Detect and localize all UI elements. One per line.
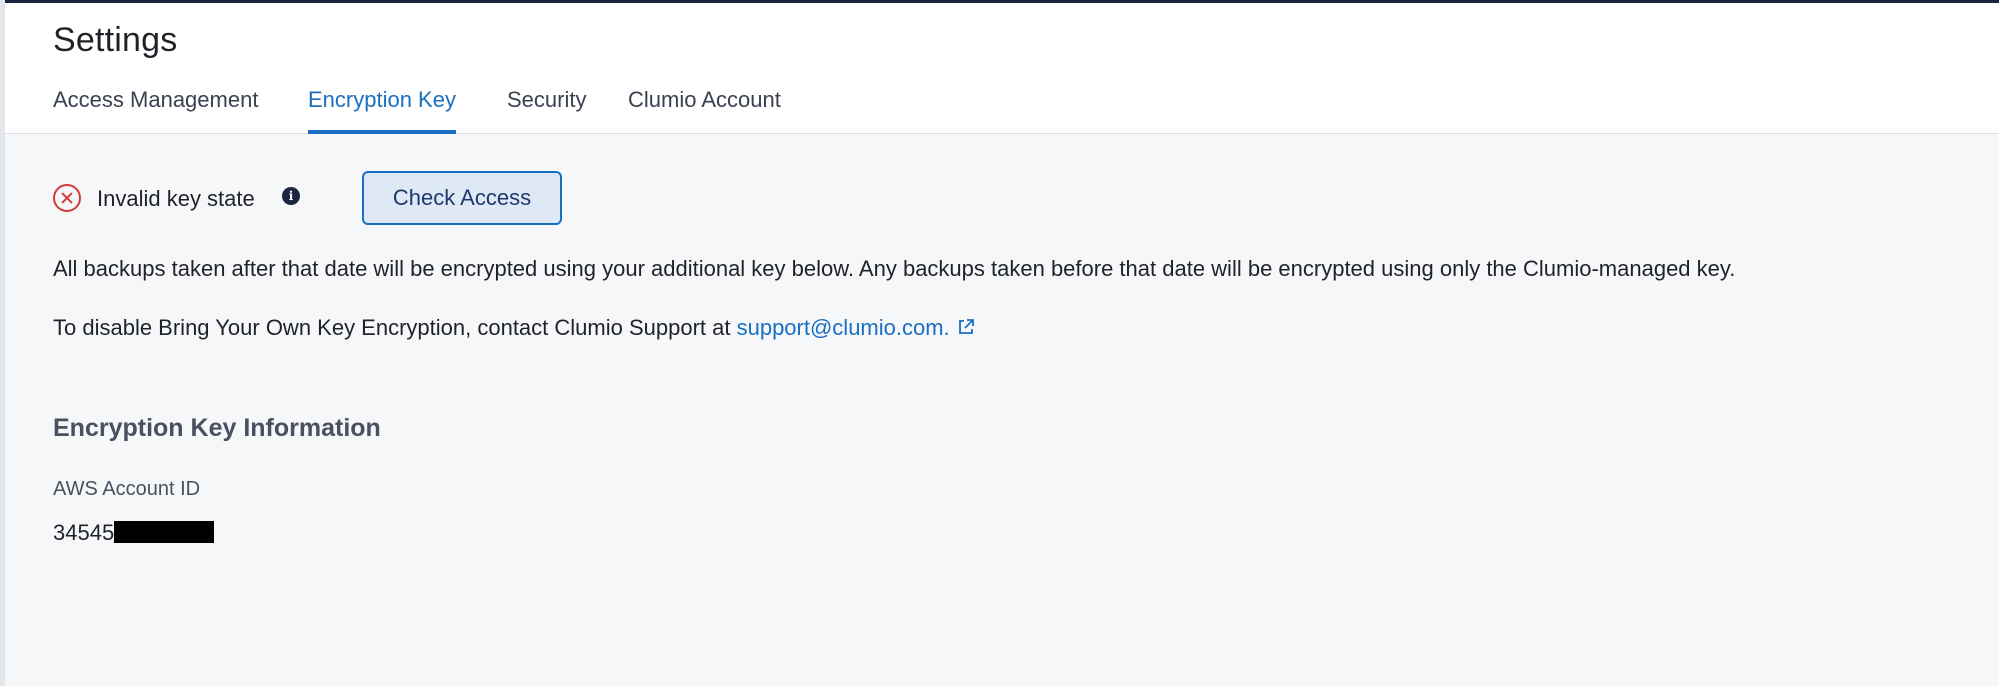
disable-byok-note: To disable Bring Your Own Key Encryption… — [53, 315, 976, 341]
aws-account-id-value: 34545 — [53, 520, 215, 546]
external-link-icon[interactable] — [956, 317, 976, 337]
page-title: Settings — [53, 21, 178, 59]
info-icon[interactable]: i — [282, 187, 300, 205]
support-email-link[interactable]: support@clumio.com. — [737, 315, 950, 340]
section-title-encryption-key-info: Encryption Key Information — [53, 414, 381, 442]
settings-header: Settings Access Management Encryption Ke… — [5, 3, 1999, 134]
check-access-button[interactable]: Check Access — [362, 171, 562, 225]
tab-clumio-account[interactable]: Clumio Account — [628, 87, 781, 133]
error-circle-icon — [53, 184, 81, 212]
tab-encryption-key[interactable]: Encryption Key — [308, 87, 456, 134]
disable-byok-text: To disable Bring Your Own Key Encryption… — [53, 315, 737, 340]
aws-account-id-label: AWS Account ID — [53, 478, 201, 500]
tab-security[interactable]: Security — [507, 87, 586, 133]
redaction-block — [114, 521, 215, 543]
tab-access-management[interactable]: Access Management — [53, 87, 258, 133]
aws-account-id-visible: 34545 — [53, 520, 115, 545]
backups-note: All backups taken after that date will b… — [53, 256, 1736, 281]
encryption-key-panel: Invalid key state i Check Access All bac… — [5, 134, 1999, 686]
key-status-text: Invalid key state — [97, 186, 255, 211]
